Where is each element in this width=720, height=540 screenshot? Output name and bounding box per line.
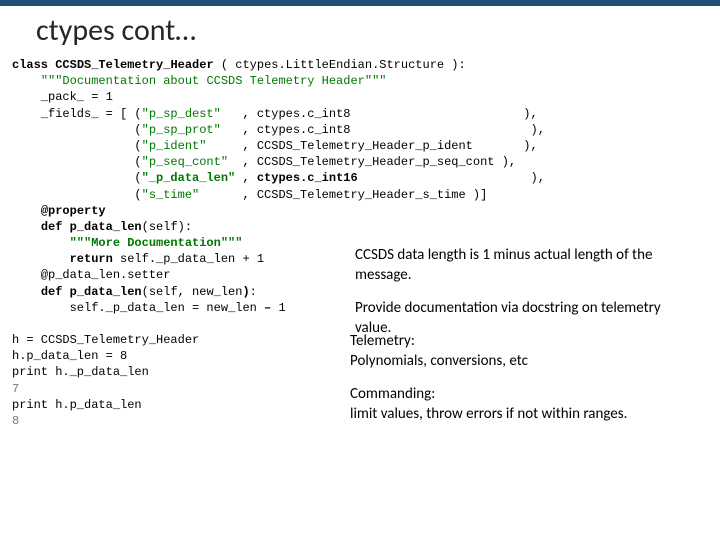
annotation-data-length: CCSDS data length is 1 minus actual leng… (355, 246, 695, 285)
annotation-docstring: Provide documentation via docstring on t… (355, 299, 695, 338)
annotation-commanding: Commanding: limit values, throw errors i… (350, 385, 700, 424)
annotation-upper: CCSDS data length is 1 minus actual leng… (355, 246, 695, 352)
code-block-usage-example: h = CCSDS_Telemetry_Header h.p_data_len … (0, 332, 350, 438)
slide-title: ctypes cont… (0, 6, 720, 57)
